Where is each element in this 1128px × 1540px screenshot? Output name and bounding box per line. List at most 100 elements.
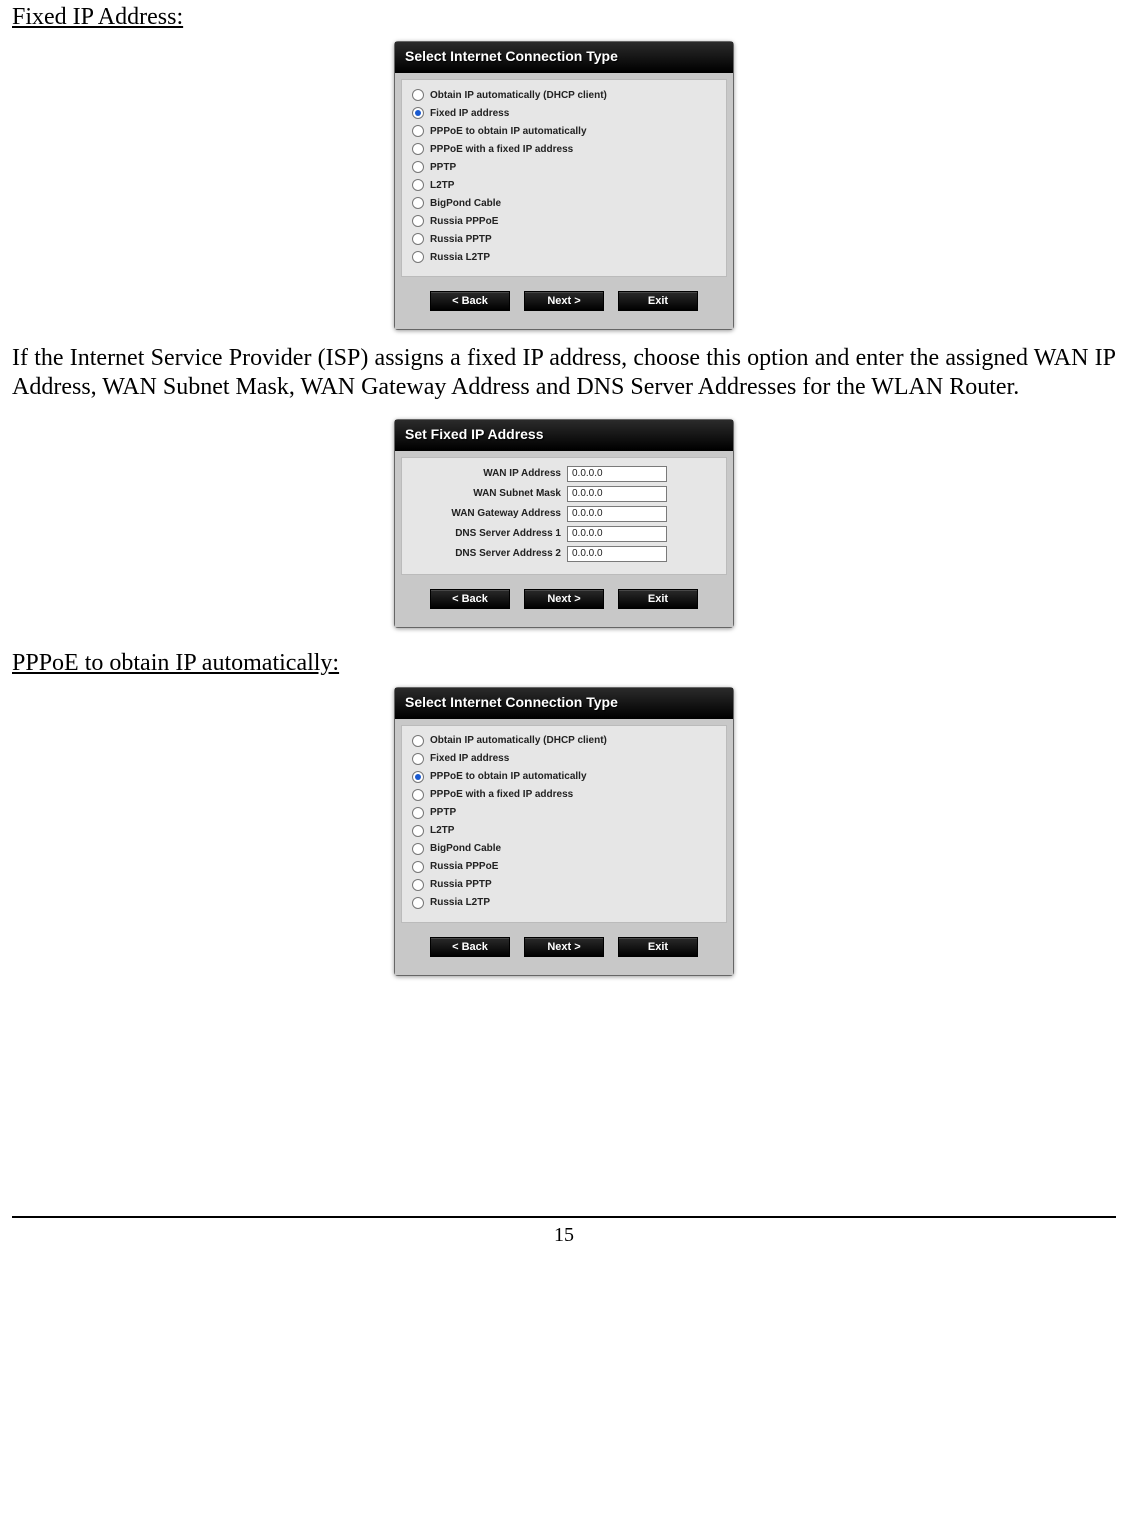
radio-option[interactable]: PPPoE with a fixed IP address — [412, 140, 716, 158]
form-input[interactable]: 0.0.0.0 — [567, 486, 667, 502]
radio-label: Russia PPPoE — [430, 216, 498, 227]
form-label: WAN IP Address — [412, 468, 567, 479]
radio-option[interactable]: Fixed IP address — [412, 104, 716, 122]
form-input[interactable]: 0.0.0.0 — [567, 506, 667, 522]
back-button[interactable]: < Back — [430, 937, 510, 957]
radio-icon[interactable] — [412, 197, 424, 209]
radio-icon[interactable] — [412, 897, 424, 909]
radio-option[interactable]: Russia PPTP — [412, 230, 716, 248]
radio-icon[interactable] — [412, 771, 424, 783]
radio-label: Russia L2TP — [430, 252, 490, 263]
radio-option[interactable]: Russia PPPoE — [412, 212, 716, 230]
radio-icon[interactable] — [412, 861, 424, 873]
back-button[interactable]: < Back — [430, 291, 510, 311]
dialog-title: Select Internet Connection Type — [395, 688, 733, 719]
radio-icon[interactable] — [412, 879, 424, 891]
radio-label: BigPond Cable — [430, 198, 501, 209]
radio-option[interactable]: PPTP — [412, 804, 716, 822]
radio-label: L2TP — [430, 180, 454, 191]
exit-button[interactable]: Exit — [618, 291, 698, 311]
radio-label: L2TP — [430, 825, 454, 836]
radio-label: Fixed IP address — [430, 108, 509, 119]
radio-label: Obtain IP automatically (DHCP client) — [430, 90, 607, 101]
radio-option[interactable]: PPPoE with a fixed IP address — [412, 786, 716, 804]
form-input[interactable]: 0.0.0.0 — [567, 546, 667, 562]
radio-label: PPPoE to obtain IP automatically — [430, 771, 587, 782]
radio-icon[interactable] — [412, 251, 424, 263]
next-button[interactable]: Next > — [524, 589, 604, 609]
radio-icon[interactable] — [412, 125, 424, 137]
form-label: WAN Subnet Mask — [412, 488, 567, 499]
screenshot-connection-type-fixed: Select Internet Connection Type Obtain I… — [12, 41, 1116, 330]
radio-icon[interactable] — [412, 179, 424, 191]
radio-icon[interactable] — [412, 753, 424, 765]
radio-icon[interactable] — [412, 233, 424, 245]
dialog-button-bar: < Back Next > Exit — [395, 581, 733, 627]
next-button[interactable]: Next > — [524, 291, 604, 311]
form-input[interactable]: 0.0.0.0 — [567, 526, 667, 542]
radio-label: PPPoE with a fixed IP address — [430, 144, 573, 155]
radio-option[interactable]: Fixed IP address — [412, 750, 716, 768]
dialog-select-connection-type: Select Internet Connection Type Obtain I… — [394, 687, 734, 976]
radio-label: Russia PPTP — [430, 879, 492, 890]
radio-icon[interactable] — [412, 107, 424, 119]
back-button[interactable]: < Back — [430, 589, 510, 609]
radio-label: Russia PPTP — [430, 234, 492, 245]
page-number: 15 — [554, 1224, 574, 1246]
form-label: DNS Server Address 2 — [412, 548, 567, 559]
form-row: DNS Server Address 10.0.0.0 — [412, 524, 716, 544]
form-row: WAN Gateway Address0.0.0.0 — [412, 504, 716, 524]
radio-icon[interactable] — [412, 843, 424, 855]
fixed-ip-description: If the Internet Service Provider (ISP) a… — [12, 344, 1116, 403]
dialog-button-bar: < Back Next > Exit — [395, 929, 733, 975]
section-heading-pppoe-auto: PPPoE to obtain IP automatically: — [12, 650, 1116, 677]
radio-icon[interactable] — [412, 215, 424, 227]
radio-option[interactable]: Obtain IP automatically (DHCP client) — [412, 86, 716, 104]
form-label: DNS Server Address 1 — [412, 528, 567, 539]
radio-option[interactable]: PPPoE to obtain IP automatically — [412, 768, 716, 786]
dialog-body: WAN IP Address0.0.0.0WAN Subnet Mask0.0.… — [401, 457, 727, 575]
radio-option[interactable]: BigPond Cable — [412, 840, 716, 858]
exit-button[interactable]: Exit — [618, 937, 698, 957]
radio-label: BigPond Cable — [430, 843, 501, 854]
radio-icon[interactable] — [412, 89, 424, 101]
radio-icon[interactable] — [412, 807, 424, 819]
radio-option[interactable]: PPPoE to obtain IP automatically — [412, 122, 716, 140]
radio-icon[interactable] — [412, 789, 424, 801]
radio-label: Obtain IP automatically (DHCP client) — [430, 735, 607, 746]
radio-label: Russia PPPoE — [430, 861, 498, 872]
dialog-title: Set Fixed IP Address — [395, 420, 733, 451]
page-footer: 15 — [12, 1216, 1116, 1247]
radio-option[interactable]: Obtain IP automatically (DHCP client) — [412, 732, 716, 750]
form-row: WAN Subnet Mask0.0.0.0 — [412, 484, 716, 504]
radio-option[interactable]: Russia PPPoE — [412, 858, 716, 876]
radio-label: PPTP — [430, 807, 456, 818]
section-heading-fixed-ip: Fixed IP Address: — [12, 4, 1116, 31]
radio-icon[interactable] — [412, 161, 424, 173]
radio-option[interactable]: PPTP — [412, 158, 716, 176]
dialog-body: Obtain IP automatically (DHCP client) Fix… — [401, 725, 727, 923]
screenshot-set-fixed-ip: Set Fixed IP Address WAN IP Address0.0.0… — [12, 419, 1116, 628]
radio-icon[interactable] — [412, 825, 424, 837]
exit-button[interactable]: Exit — [618, 589, 698, 609]
screenshot-connection-type-pppoe: Select Internet Connection Type Obtain I… — [12, 687, 1116, 976]
radio-option[interactable]: Russia L2TP — [412, 248, 716, 266]
radio-icon[interactable] — [412, 735, 424, 747]
radio-option[interactable]: L2TP — [412, 822, 716, 840]
dialog-button-bar: < Back Next > Exit — [395, 283, 733, 329]
dialog-title: Select Internet Connection Type — [395, 42, 733, 73]
dialog-select-connection-type: Select Internet Connection Type Obtain I… — [394, 41, 734, 330]
radio-option[interactable]: BigPond Cable — [412, 194, 716, 212]
dialog-body: Obtain IP automatically (DHCP client) Fix… — [401, 79, 727, 277]
radio-label: Fixed IP address — [430, 753, 509, 764]
radio-option[interactable]: L2TP — [412, 176, 716, 194]
radio-option[interactable]: Russia L2TP — [412, 894, 716, 912]
radio-label: PPTP — [430, 162, 456, 173]
form-row: WAN IP Address0.0.0.0 — [412, 464, 716, 484]
radio-icon[interactable] — [412, 143, 424, 155]
radio-label: PPPoE with a fixed IP address — [430, 789, 573, 800]
form-input[interactable]: 0.0.0.0 — [567, 466, 667, 482]
next-button[interactable]: Next > — [524, 937, 604, 957]
radio-option[interactable]: Russia PPTP — [412, 876, 716, 894]
dialog-set-fixed-ip: Set Fixed IP Address WAN IP Address0.0.0… — [394, 419, 734, 628]
